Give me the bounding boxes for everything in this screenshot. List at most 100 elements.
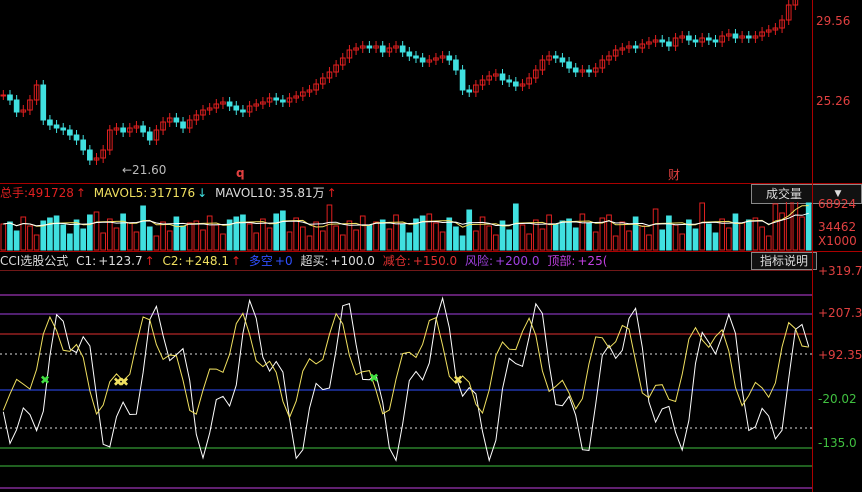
- price-chart-pane[interactable]: 29.56 25.26 ←21.60 q 财: [0, 0, 862, 183]
- chaomai-label: 超买:: [300, 254, 329, 268]
- candle-body: [40, 84, 47, 121]
- candlestick-chart[interactable]: [0, 0, 862, 183]
- low-price-marker: ←21.60: [122, 163, 167, 177]
- price-axis-label-bottom: 25.26: [816, 94, 851, 108]
- arrow-up-icon: ↑: [326, 186, 337, 200]
- volume-bar: [486, 225, 493, 251]
- event-marker-q[interactable]: q: [236, 166, 245, 180]
- cci-chart-pane[interactable]: ✖ ✖ ✖ ✖ ✖ +319.7 +207.3 +92.35 -20.02 -135.0: [0, 264, 862, 492]
- signal-x-icon: ✖: [40, 373, 50, 387]
- volume-bar: [692, 228, 699, 251]
- candle-body: [7, 94, 13, 101]
- volume-bar: [745, 219, 752, 251]
- candle-body: [552, 55, 559, 59]
- cci-line-chart[interactable]: ✖ ✖✖ ✖ ✖: [0, 270, 862, 492]
- volume-bars-chart[interactable]: [0, 202, 862, 252]
- candle-body: [512, 81, 519, 87]
- volume-axis-label-mid: 34462: [818, 220, 857, 234]
- candle-body: [80, 139, 87, 151]
- dingbu-label: 顶部:: [547, 254, 576, 268]
- candle-body: [692, 39, 699, 43]
- candle-body: [379, 45, 386, 53]
- cci-axis-label-2: +207.3: [818, 306, 862, 320]
- candle-body: [53, 124, 60, 129]
- candle-body: [413, 55, 419, 59]
- volume-info-row: 总手:491728 ↑ MAVOL5: 317176 ↓ MAVOL10: 35.81万…: [0, 184, 341, 202]
- candle-body: [566, 61, 572, 69]
- volume-bar: [572, 227, 579, 251]
- volume-bar: [765, 235, 772, 251]
- volume-bar: [399, 223, 406, 251]
- volume-bar: [213, 224, 220, 251]
- volume-bar: [206, 215, 213, 251]
- volume-bar: [220, 233, 226, 251]
- volume-bar: [100, 232, 106, 251]
- volume-bar: [13, 230, 20, 251]
- event-marker-finance[interactable]: 财: [668, 166, 680, 183]
- volume-bar: [180, 225, 186, 251]
- volume-chart-pane[interactable]: 68924 34462 X1000: [0, 197, 862, 252]
- cci-axis-label-3: +92.35: [818, 348, 862, 362]
- candle-body: [87, 149, 93, 161]
- indicator-help-button[interactable]: 指标说明: [751, 252, 817, 270]
- candle-body: [240, 109, 246, 113]
- volume-bar: [293, 217, 300, 251]
- volume-bar: [359, 215, 366, 251]
- fengxian-value: +200.0: [495, 254, 540, 268]
- volume-bar: [699, 202, 706, 251]
- candle-body: [146, 131, 153, 141]
- volume-bar: [512, 203, 519, 251]
- volume-bar: [286, 231, 293, 251]
- duokong-label: 多空: [248, 254, 273, 268]
- candle-body: [686, 35, 692, 41]
- volume-bar: [120, 213, 126, 251]
- volume-bar: [319, 230, 326, 251]
- cci-axis-label-1: +319.7: [818, 264, 862, 278]
- volume-bar: [47, 217, 53, 251]
- volume-bar: [153, 235, 160, 251]
- candle-body: [632, 45, 639, 49]
- volume-bar: [160, 221, 166, 251]
- candle-body: [586, 69, 592, 73]
- volume-bar: [759, 226, 765, 251]
- signal-x-icon: ✖: [453, 373, 463, 387]
- candle-body: [280, 99, 286, 103]
- mavol10-value: 35.81万: [278, 186, 325, 200]
- volume-bar: [353, 229, 359, 251]
- volume-bar: [725, 227, 732, 251]
- volume-axis-unit: X1000: [818, 234, 857, 248]
- candle-body: [120, 127, 126, 133]
- right-axis-rule: [812, 0, 813, 492]
- candle-body: [572, 67, 579, 73]
- volume-bar: [799, 216, 805, 251]
- candle-body: [366, 45, 373, 49]
- volume-bar: [552, 223, 559, 251]
- volume-bar: [706, 223, 712, 251]
- arrow-up-icon: ↑: [75, 186, 86, 200]
- signal-x-icon: ✖: [119, 375, 129, 389]
- volume-total-label: 总手:: [0, 186, 29, 200]
- volume-bar: [559, 220, 566, 251]
- indicator-dropdown[interactable]: 成交量: [751, 184, 817, 204]
- candle-body: [499, 73, 506, 81]
- candle-body: [233, 105, 240, 111]
- volume-bar: [306, 235, 313, 251]
- volume-bar: [379, 219, 386, 251]
- volume-bar: [146, 226, 153, 251]
- volume-bar: [459, 235, 466, 251]
- arrow-up-icon: ↑: [144, 254, 155, 268]
- volume-bar: [133, 231, 140, 251]
- volume-bar: [93, 211, 100, 251]
- volume-bar: [20, 216, 27, 251]
- candle-body: [73, 134, 80, 141]
- volume-bar: [639, 225, 646, 251]
- volume-bar: [373, 221, 379, 251]
- volume-bar: [626, 230, 632, 251]
- volume-bar: [113, 227, 120, 251]
- volume-bar: [679, 233, 686, 251]
- volume-bar: [712, 232, 719, 251]
- volume-bar: [273, 213, 280, 251]
- volume-bar: [566, 218, 572, 251]
- volume-bar: [439, 231, 446, 251]
- candle-body: [13, 99, 20, 113]
